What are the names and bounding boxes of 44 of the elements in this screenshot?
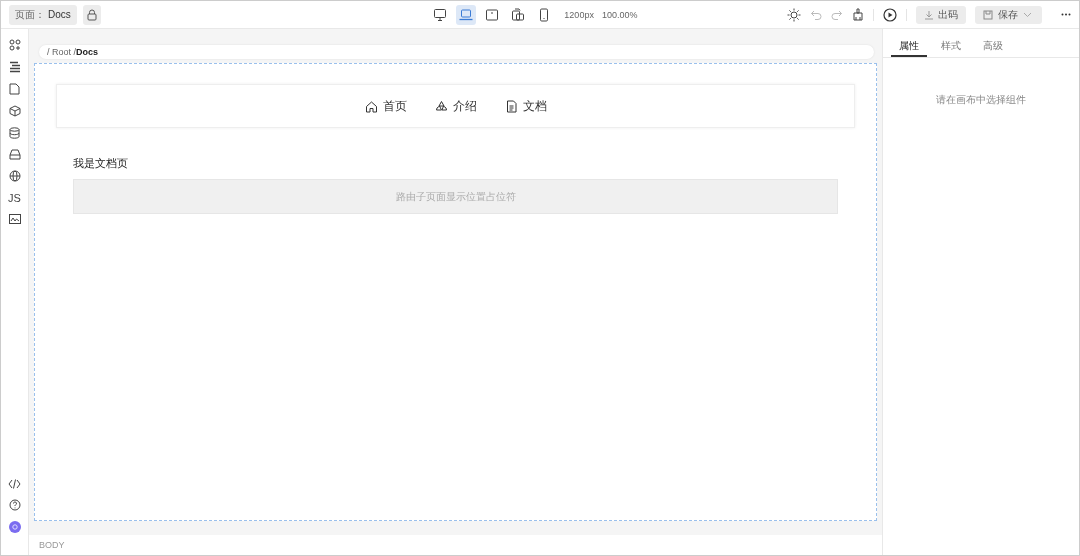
tablet-icon bbox=[485, 7, 500, 22]
sun-icon[interactable] bbox=[787, 7, 801, 22]
js-tool[interactable]: JS bbox=[8, 192, 21, 204]
lock-icon bbox=[86, 8, 97, 21]
components-icon[interactable] bbox=[8, 39, 21, 51]
nav-link[interactable]: 首页 bbox=[382, 97, 407, 115]
canvas-width: 1200px bbox=[564, 9, 594, 20]
export-button[interactable]: 出码 bbox=[916, 5, 966, 24]
breadcrumb-path[interactable]: / Root / bbox=[47, 47, 76, 57]
download-icon bbox=[924, 9, 934, 20]
laptop-view-button[interactable] bbox=[456, 4, 477, 25]
save-button[interactable]: 保存 bbox=[975, 5, 1042, 24]
help-icon[interactable] bbox=[8, 499, 21, 511]
panel-tab[interactable]: 属性 bbox=[891, 29, 927, 57]
page-label: 页面： bbox=[15, 7, 45, 22]
more-icon[interactable] bbox=[1061, 13, 1071, 16]
zoom-level: 100.00% bbox=[601, 9, 638, 20]
database-icon[interactable] bbox=[9, 127, 20, 139]
home-icon bbox=[364, 99, 378, 113]
panel-tab[interactable]: 样式 bbox=[933, 29, 969, 57]
nav-link[interactable]: 文档 bbox=[522, 97, 547, 115]
breadcrumb-current: Docs bbox=[76, 47, 99, 57]
desktop-icon bbox=[433, 7, 448, 22]
nav-link[interactable]: 介绍 bbox=[452, 97, 477, 115]
drive-icon[interactable] bbox=[8, 149, 21, 160]
globe-icon[interactable] bbox=[8, 170, 21, 182]
tablet-rotate-icon bbox=[511, 7, 526, 22]
panel-tab[interactable]: 高级 bbox=[975, 29, 1011, 57]
page-name: Docs bbox=[48, 9, 71, 20]
layers-icon[interactable] bbox=[8, 61, 21, 73]
document-icon bbox=[504, 99, 518, 113]
cube-icon[interactable] bbox=[8, 105, 21, 117]
empty-hint: 请在画布中选择组件 bbox=[935, 93, 1027, 107]
page-heading: 我是文档页 bbox=[73, 156, 129, 171]
avatar-icon[interactable] bbox=[8, 521, 21, 533]
code-icon[interactable] bbox=[8, 479, 21, 489]
page-selector[interactable]: 页面： Docs bbox=[9, 4, 77, 25]
lock-button[interactable] bbox=[82, 4, 101, 25]
play-icon[interactable] bbox=[883, 7, 897, 22]
caret-icon bbox=[1023, 11, 1032, 18]
laptop-icon bbox=[459, 7, 474, 22]
image-icon[interactable] bbox=[8, 214, 21, 224]
page-icon[interactable] bbox=[9, 83, 20, 95]
save-icon bbox=[983, 9, 993, 20]
